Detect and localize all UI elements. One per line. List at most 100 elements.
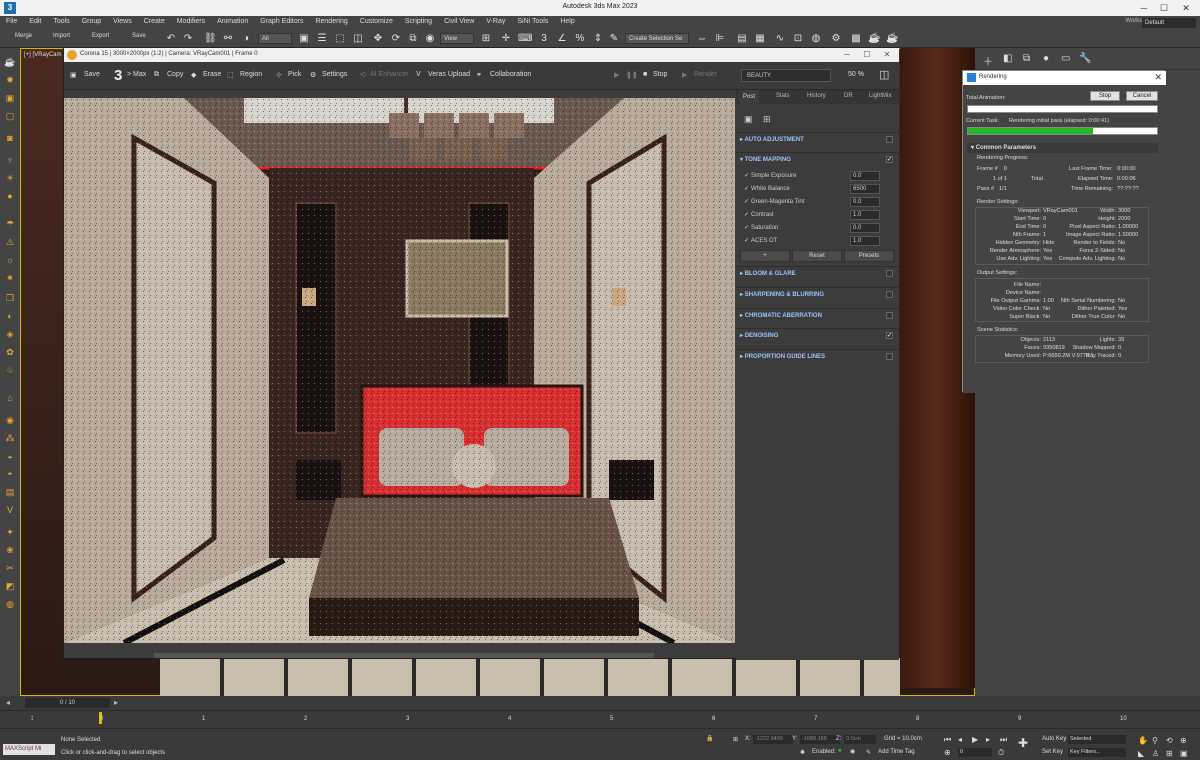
clipper-icon[interactable]: ✂ (4, 562, 16, 574)
common-parameters-header[interactable]: ▾ Common Parameters (967, 143, 1158, 153)
menu-group[interactable]: Group (76, 16, 107, 27)
next-frame-icon[interactable]: ▸ (986, 735, 990, 744)
create-tab-icon[interactable]: ＋ (983, 53, 993, 68)
settings-icon[interactable]: ⚙ (310, 71, 316, 79)
tone-row-white-balance[interactable]: ✓ White Balance 6500 (744, 183, 894, 195)
import-button[interactable]: Import (53, 33, 70, 39)
adaptive-degradation-icon[interactable]: ✱ (800, 749, 805, 756)
select-by-name-icon[interactable]: ☰ (316, 33, 328, 45)
close-icon[interactable]: ✕ (1176, 2, 1196, 14)
globe-icon[interactable]: ◍ (4, 598, 16, 610)
time-slider-next-icon[interactable]: ▸ (114, 698, 118, 707)
create-sun-icon[interactable]: ☀ (4, 172, 16, 184)
selection-filter-dropdown[interactable]: All (258, 33, 292, 44)
tab-post[interactable]: Post (739, 90, 760, 104)
tone-row-green-magenta[interactable]: ✓ Green-Magenta Tint 0.0 (744, 196, 894, 208)
auto-adjustment-checkbox[interactable] (886, 136, 893, 143)
stop-button[interactable]: Stop (653, 71, 667, 78)
add-operator-button[interactable]: + (740, 250, 790, 262)
menu-help[interactable]: Help (554, 16, 580, 27)
motion-tab-icon[interactable]: ● (1043, 53, 1049, 64)
menu-customize[interactable]: Customize (354, 16, 399, 27)
window-crossing-icon[interactable]: ◫ (352, 33, 364, 45)
erase-button[interactable]: Erase (203, 71, 221, 78)
rendered-frame-window-icon[interactable]: ▩ (850, 33, 862, 45)
chromatic-checkbox[interactable] (886, 312, 893, 319)
tone-row-aces-ot[interactable]: ✓ ACES OT 1.0 (744, 235, 894, 247)
proxy-icon[interactable]: ✦ (4, 526, 16, 538)
time-config-icon[interactable]: ⏱ (998, 748, 1004, 758)
key-filters-button[interactable]: Key Filters... (1068, 748, 1126, 757)
create-hdri-icon[interactable]: ◐ (4, 310, 16, 322)
rotate-icon[interactable]: ⟳ (390, 33, 402, 45)
field-of-view-icon[interactable]: ◣ (1138, 749, 1144, 758)
rendering-cancel-button[interactable]: Cancel (1126, 91, 1158, 101)
move-icon[interactable]: ✥ (372, 33, 384, 45)
region-icon[interactable]: ⬚ (227, 71, 234, 79)
saturation-input[interactable]: 0.0 (850, 223, 880, 233)
save-button[interactable]: Save (132, 33, 146, 39)
section-sharpening[interactable]: ▸ SHARPENING & BLURRING (736, 287, 899, 301)
copy-button[interactable]: Copy (167, 71, 183, 78)
hierarchy-tab-icon[interactable]: ⧉ (1023, 53, 1030, 64)
curve-editor-icon[interactable]: ∿ (774, 33, 786, 45)
render-setup-icon[interactable]: ⚙ (830, 33, 842, 45)
current-frame-input[interactable]: 0 (958, 748, 992, 757)
save-image-button[interactable]: Save (84, 71, 100, 78)
save-image-icon[interactable]: ▣ (70, 71, 77, 79)
set-key-button[interactable]: Set Key (1042, 749, 1063, 755)
section-tone-mapping[interactable]: ▾ TONE MAPPING ✓ (736, 152, 899, 166)
orbit-icon[interactable]: ⟲ (1166, 736, 1173, 745)
material-ball-icon[interactable]: ◉ (4, 414, 16, 426)
track-bar[interactable]: ↕ 0 1 2 3 4 5 6 7 8 9 10 (0, 710, 1200, 728)
create-fx-icon[interactable]: ☼ (4, 254, 16, 266)
viewport-label[interactable]: [+] [VRayCam (24, 52, 62, 58)
green-magenta-input[interactable]: 0.0 (850, 197, 880, 207)
menu-file[interactable]: File (0, 16, 23, 27)
spinner-snap-icon[interactable]: ⇕ (592, 33, 604, 45)
create-light-icon[interactable]: ✹ (4, 74, 16, 86)
create-cube-icon[interactable]: ❒ (4, 292, 16, 304)
time-slider-prev-icon[interactable]: ◂ (6, 698, 10, 707)
stop-icon[interactable]: ■ (643, 71, 647, 78)
mesh-icon[interactable]: ◩ (4, 580, 16, 592)
merge-button[interactable]: Merge (15, 33, 32, 39)
time-slider[interactable]: 0 / 10 (25, 698, 110, 708)
create-camera-icon[interactable]: ▣ (4, 92, 16, 104)
menu-civil-view[interactable]: Civil View (438, 16, 480, 27)
reset-button[interactable]: Reset (792, 250, 842, 262)
create-lamp-icon[interactable]: ♆ (4, 154, 16, 166)
bind-space-warp-icon[interactable]: ◑ (240, 33, 252, 45)
mirror-icon[interactable]: ⇔ (696, 33, 708, 45)
create-sky-icon[interactable]: ✷ (4, 272, 16, 284)
tab-stats[interactable]: Stats (776, 93, 790, 99)
play-icon[interactable]: ▶ (614, 71, 619, 79)
time-tag-icon[interactable]: ◉ (850, 748, 855, 755)
denoising-checkbox[interactable]: ✓ (886, 332, 893, 339)
pivot-center-icon[interactable]: ⊞ (480, 33, 492, 45)
presets-button[interactable]: Presets (844, 250, 894, 262)
menu-sini-tools[interactable]: SiNi Tools (511, 16, 554, 27)
toggle-light-icon[interactable]: ◒ (4, 450, 16, 462)
go-to-start-icon[interactable]: ⏮ (944, 735, 951, 745)
maximize-viewport-icon[interactable]: ▣ (1180, 749, 1188, 758)
render-button[interactable]: Render (694, 71, 717, 78)
tone-mapping-checkbox[interactable]: ✓ (886, 156, 893, 163)
create-omni-icon[interactable]: ⚠ (4, 236, 16, 248)
create-scatter-icon[interactable]: ✿ (4, 346, 16, 358)
toggle-sidebar-icon[interactable]: ◫ (879, 68, 889, 81)
minimize-icon[interactable]: ─ (1134, 2, 1154, 14)
rendering-stop-button[interactable]: Stop (1090, 91, 1120, 101)
material-editor-icon[interactable]: ◍ (810, 33, 822, 45)
selected-dropdown[interactable]: Selected (1068, 735, 1126, 744)
add-time-tag[interactable]: Add Time Tag (878, 749, 915, 755)
x-coordinate-input[interactable]: -1222.9459 (753, 735, 793, 744)
layers-icon[interactable]: ◓ (4, 468, 16, 480)
sharpening-checkbox[interactable] (886, 291, 893, 298)
toggle-ribbon-icon[interactable]: ▦ (754, 33, 766, 45)
y-coordinate-input[interactable]: -1088.188 (800, 735, 840, 744)
workspaces-dropdown[interactable]: Default (1142, 18, 1196, 28)
vray-logo-icon[interactable]: V (4, 504, 16, 516)
render-icon[interactable]: ▶ (682, 71, 687, 79)
menu-graph-editors[interactable]: Graph Editors (254, 16, 309, 27)
